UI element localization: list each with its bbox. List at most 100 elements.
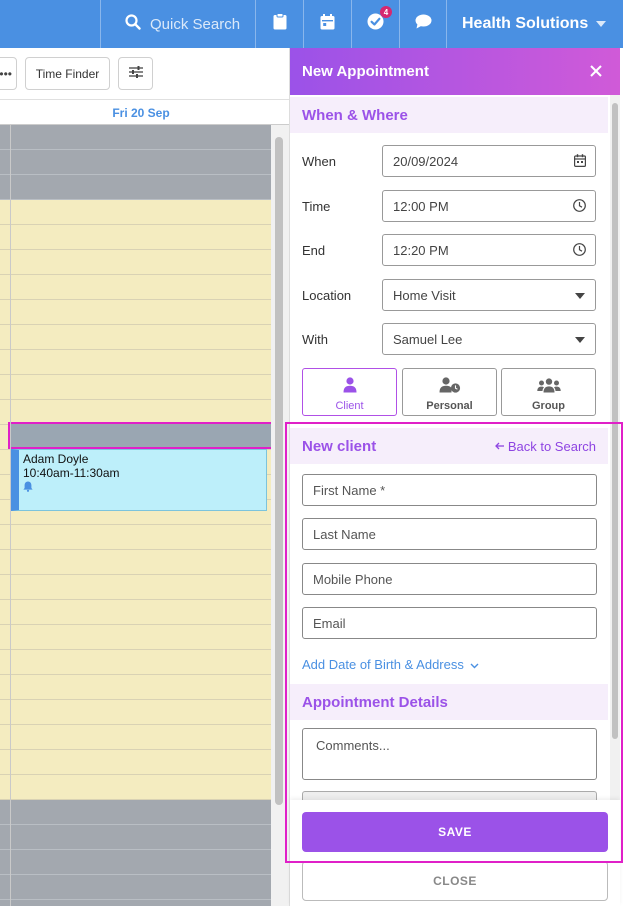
time-slot[interactable] [0,600,271,625]
top-bar: Quick Search 4 Health Solutions [0,0,623,48]
panel-scrollbar[interactable] [610,95,620,850]
time-slot[interactable] [0,700,271,725]
new-client-heading: New client Back to Search [290,428,608,464]
chevron-down-icon [575,337,585,343]
time-slot[interactable] [0,675,271,700]
calendar-icon [574,154,587,170]
start-time-field[interactable]: 12:00 PM [382,190,596,222]
panel-title: New Appointment [302,63,429,80]
end-time-value: 12:20 PM [393,242,449,258]
panel-footer: SAVE CLOSE [290,800,620,906]
add-dob-label: Add Date of Birth & Address [302,657,464,672]
time-slot[interactable] [0,325,271,350]
messages-button[interactable] [399,0,447,48]
bell-icon [23,481,262,495]
practitioner-value: Samuel Lee [393,331,463,347]
tasks-button[interactable]: 4 [351,0,399,48]
close-icon[interactable] [590,61,602,82]
last-name-field[interactable]: Last Name [302,518,597,550]
appointment-card[interactable]: Adam Doyle 10:40am-11:30am [11,449,267,511]
sliders-icon [128,66,143,81]
search-icon [125,14,141,34]
calendar-grid[interactable]: Adam Doyle 10:40am-11:30am [0,125,271,906]
time-slot[interactable] [0,200,271,225]
save-button[interactable]: SAVE [302,812,608,852]
back-to-search-label: Back to Search [507,438,596,454]
time-slot[interactable] [0,650,271,675]
unavailable-time-slot[interactable] [0,125,271,150]
appointment-client: Adam Doyle [23,452,89,466]
date-field[interactable]: 20/09/2024 [382,145,596,177]
personal-type-button[interactable]: Personal [402,368,497,416]
time-slot[interactable] [0,225,271,250]
chevron-down-icon [596,21,607,27]
client-type-button[interactable]: Client [302,368,397,416]
unavailable-time-slot[interactable] [0,875,271,900]
organization-menu[interactable]: Health Solutions [446,0,623,48]
time-slot[interactable] [0,725,271,750]
group-type-label: Group [532,400,565,412]
time-slot[interactable] [0,250,271,275]
calendar-icon [320,13,335,35]
close-button[interactable]: CLOSE [302,861,608,901]
scrollbar-thumb[interactable] [275,137,283,805]
unavailable-time-slot[interactable] [0,175,271,200]
clock-icon [573,243,586,259]
time-slot[interactable] [0,350,271,375]
quick-search-button[interactable]: Quick Search [100,0,255,48]
group-type-button[interactable]: Group [501,368,596,416]
time-slot[interactable] [0,625,271,650]
end-label: End [302,243,326,258]
start-time-value: 12:00 PM [393,198,449,214]
new-appointment-panel: New Appointment When & Where When 20/09/… [289,48,623,906]
time-slot[interactable] [0,300,271,325]
appointment-details-heading: Appointment Details [290,684,608,720]
arrow-left-icon [494,442,504,450]
with-label: With [302,332,328,347]
unavailable-time-slot[interactable] [0,150,271,175]
email-field[interactable]: Email [302,607,597,639]
new-client-title: New client [302,437,377,455]
chat-icon [415,14,432,34]
time-slot[interactable] [0,750,271,775]
clipboard-button[interactable] [255,0,303,48]
time-slot[interactable] [0,275,271,300]
time-slot[interactable] [0,550,271,575]
location-label: Location [302,288,352,303]
clipboard-icon [273,13,287,35]
practitioner-select[interactable]: Samuel Lee [382,323,596,355]
unavailable-time-slot[interactable] [0,825,271,850]
time-slot[interactable] [0,375,271,400]
scrollbar-thumb[interactable] [612,103,618,739]
day-label[interactable]: Fri 20 Sep [11,106,271,120]
selected-time-slot[interactable] [8,422,275,449]
first-name-field[interactable]: First Name * [302,474,597,506]
add-dob-address-link[interactable]: Add Date of Birth & Address [302,657,479,672]
location-select[interactable]: Home Visit [382,279,596,311]
calendar-scrollbar[interactable] [271,125,289,906]
location-value: Home Visit [393,287,456,303]
person-icon [343,377,357,396]
more-options-button[interactable]: ••• [0,57,17,90]
calendar-toolbar: ••• Time Finder [0,48,289,100]
group-icon [536,378,561,396]
client-type-label: Client [335,400,364,412]
unavailable-time-slot[interactable] [0,850,271,875]
end-time-field[interactable]: 12:20 PM [382,234,596,266]
unavailable-time-slot[interactable] [0,800,271,825]
tasks-count-badge: 4 [380,6,392,18]
time-finder-button[interactable]: Time Finder [25,57,110,90]
clock-icon [573,199,586,215]
time-slot[interactable] [0,525,271,550]
calendar-day-header: Fri 20 Sep [0,101,289,125]
comments-textarea[interactable]: Comments... [302,728,597,780]
filter-settings-button[interactable] [118,57,153,90]
calendar-button[interactable] [303,0,351,48]
back-to-search-link[interactable]: Back to Search [494,428,596,464]
organization-name: Health Solutions [462,15,589,32]
unavailable-time-slot[interactable] [0,900,271,906]
time-slot[interactable] [0,775,271,800]
quick-search-label: Quick Search [150,15,241,33]
time-slot[interactable] [0,575,271,600]
mobile-phone-field[interactable]: Mobile Phone [302,563,597,595]
